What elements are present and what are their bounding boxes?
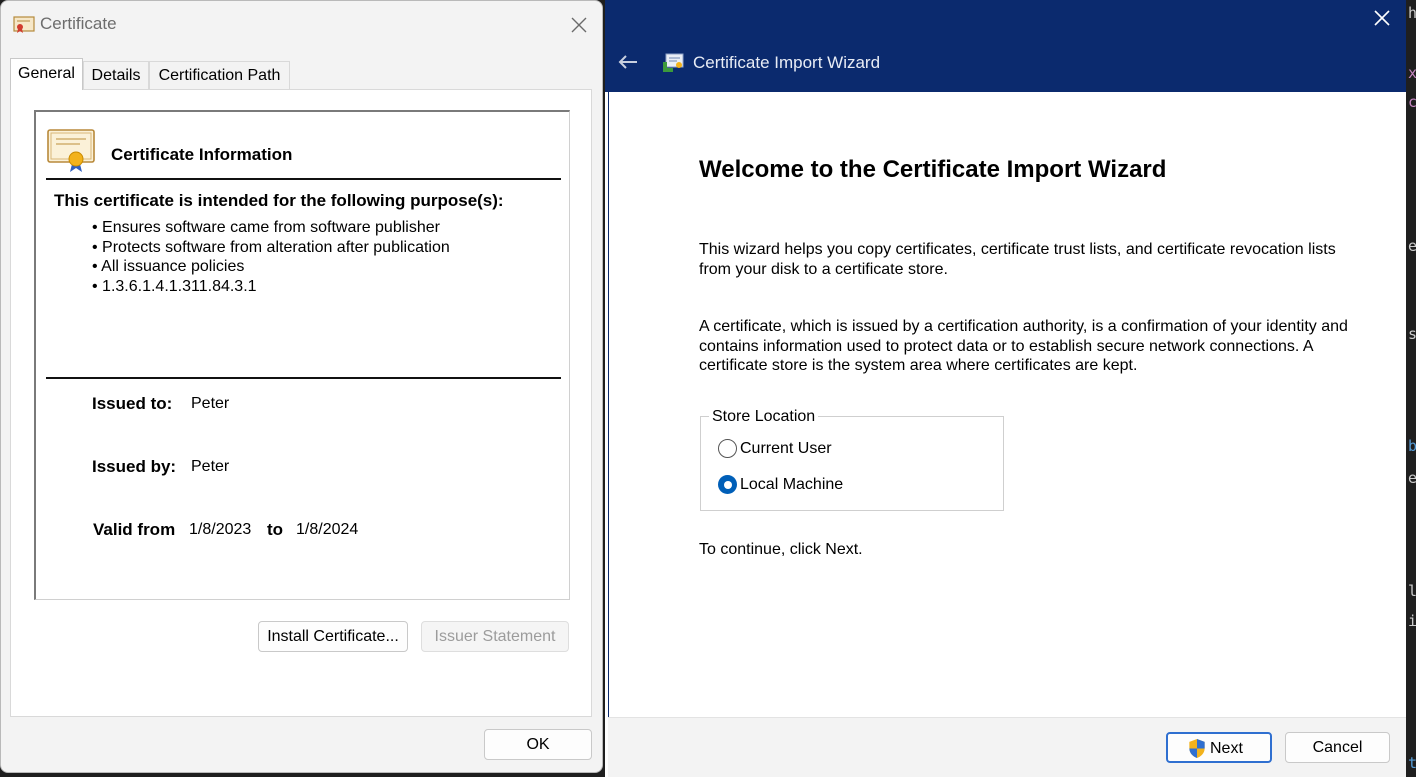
editor-char: h bbox=[1408, 4, 1416, 22]
editor-char: s bbox=[1408, 325, 1416, 343]
back-arrow-icon[interactable] bbox=[615, 50, 641, 74]
radio-label[interactable]: Current User bbox=[740, 438, 832, 460]
editor-char: l bbox=[1408, 582, 1416, 600]
next-button-label[interactable]: Next bbox=[1210, 734, 1243, 763]
ok-button[interactable]: OK bbox=[484, 729, 592, 760]
editor-char: e bbox=[1408, 237, 1416, 255]
store-location-group: Store Location Current User Local Machin… bbox=[700, 408, 1004, 511]
radio-label[interactable]: Local Machine bbox=[740, 474, 843, 496]
general-tab-panel: Certificate Information This certificate… bbox=[10, 89, 592, 717]
page-title: Welcome to the Certificate Import Wizard bbox=[699, 156, 1167, 183]
issued-to-value: Peter bbox=[191, 395, 230, 412]
radio-button[interactable] bbox=[718, 475, 737, 494]
tab-general[interactable]: General bbox=[10, 58, 83, 90]
issuer-statement-button[interactable]: Issuer Statement bbox=[421, 621, 569, 652]
certificate-import-icon bbox=[663, 53, 684, 72]
editor-char: b bbox=[1408, 437, 1416, 455]
wizard-footer: Next Cancel bbox=[608, 717, 1406, 777]
issued-by-label: Issued by: bbox=[92, 457, 177, 476]
editor-char: x bbox=[1408, 64, 1416, 82]
list-item: 1.3.6.1.4.1.311.84.3.1 bbox=[92, 277, 450, 297]
store-location-legend: Store Location bbox=[709, 408, 819, 426]
certificate-info-heading: Certificate Information bbox=[111, 145, 293, 164]
list-item: All issuance policies bbox=[92, 257, 450, 277]
next-button[interactable]: Next bbox=[1166, 732, 1272, 763]
editor-char: i bbox=[1408, 612, 1416, 630]
tab-details[interactable]: Details bbox=[83, 61, 149, 89]
shield-icon bbox=[1189, 738, 1205, 759]
certificate-import-wizard: Certificate Import Wizard Welcome to the… bbox=[605, 0, 1406, 777]
divider bbox=[46, 377, 561, 379]
continue-instruction: To continue, click Next. bbox=[699, 541, 863, 558]
close-icon[interactable] bbox=[1367, 3, 1397, 33]
intro-paragraph: This wizard helps you copy certificates,… bbox=[699, 241, 1336, 278]
list-item: Ensures software came from software publ… bbox=[92, 218, 450, 238]
issued-by-value: Peter bbox=[191, 458, 230, 475]
wizard-content: Welcome to the Certificate Import Wizard… bbox=[608, 92, 1406, 717]
dialog-title: Certificate bbox=[40, 14, 117, 33]
certificate-dialog: Certificate General Details Certificatio… bbox=[0, 0, 603, 773]
install-certificate-button[interactable]: Install Certificate... bbox=[258, 621, 408, 652]
editor-char: c bbox=[1408, 93, 1416, 111]
wizard-title: Certificate Import Wizard bbox=[693, 53, 881, 72]
radio-button[interactable] bbox=[718, 439, 737, 458]
certificate-icon bbox=[13, 16, 35, 33]
tab-certification-path[interactable]: Certification Path bbox=[149, 61, 290, 89]
divider bbox=[46, 178, 561, 180]
background-editor-strip: h x c e s b e l i t bbox=[1406, 0, 1416, 777]
list-item: Protects software from alteration after … bbox=[92, 238, 450, 258]
purpose-heading: This certificate is intended for the fol… bbox=[54, 191, 504, 210]
cancel-button[interactable]: Cancel bbox=[1285, 732, 1390, 763]
valid-to-label: to bbox=[267, 520, 284, 539]
valid-from-label: Valid from bbox=[93, 520, 176, 539]
purpose-list: Ensures software came from software publ… bbox=[92, 218, 450, 296]
wizard-header: Certificate Import Wizard bbox=[605, 0, 1406, 92]
close-icon[interactable] bbox=[564, 10, 594, 40]
issued-to-label: Issued to: bbox=[92, 394, 173, 413]
valid-to-value: 1/8/2024 bbox=[296, 521, 359, 538]
valid-from-value: 1/8/2023 bbox=[189, 521, 252, 538]
description-paragraph: A certificate, which is issued by a cert… bbox=[699, 318, 1348, 374]
editor-char: t bbox=[1408, 754, 1416, 772]
certificate-info-box: Certificate Information This certificate… bbox=[34, 110, 570, 600]
editor-char: e bbox=[1408, 469, 1416, 487]
certificate-icon bbox=[47, 129, 95, 172]
